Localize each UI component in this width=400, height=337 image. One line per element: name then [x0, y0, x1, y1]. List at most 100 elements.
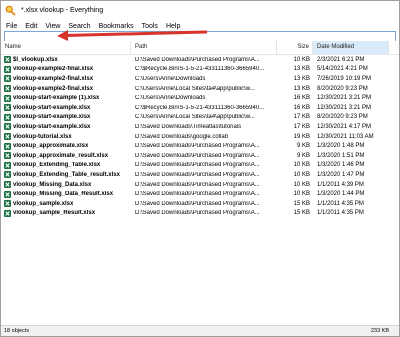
result-row[interactable]: vlookup_Extending_Table_result.xlsx D:\Sa…: [1, 170, 399, 180]
result-row[interactable]: vlookup-tutorial.xlsx D:\Saved Downloads\…: [1, 132, 399, 142]
file-path: D:\Saved Downloads\Purchased Programs\A.…: [135, 56, 260, 63]
excel-file-icon: [4, 123, 11, 131]
file-size: 15 KB: [293, 210, 310, 217]
file-path: C:\$Recycle.Bin\S-1-5-21-433111360-36659…: [135, 104, 265, 111]
excel-file-icon: [4, 190, 11, 198]
file-date-modified: 12/30/2021 3:21 PM: [317, 104, 372, 111]
file-date-modified: 2/3/2021 6:21 PM: [317, 56, 365, 63]
result-row[interactable]: vlookup_Missing_Data_Result.xlsx D:\Saved…: [1, 189, 399, 199]
result-row[interactable]: vlookup-start-example.xlsx D:\Saved Downl…: [1, 122, 399, 132]
column-header-size[interactable]: Size: [277, 41, 313, 54]
menu-bookmarks[interactable]: Bookmarks: [99, 23, 134, 30]
result-row[interactable]: vlookup_Extending_Table.xlsx D:\Saved Dow…: [1, 161, 399, 171]
column-header-path[interactable]: Path: [131, 41, 277, 54]
menu-search[interactable]: Search: [68, 23, 90, 30]
file-path: C:\Users\Anne\Downloads: [135, 95, 206, 102]
result-row[interactable]: vlookup-example2-final.xlsx C:\Users\Anne…: [1, 74, 399, 84]
file-size: 10 KB: [293, 181, 310, 188]
result-name-cell: vlookup_Extending_Table.xlsx: [1, 161, 131, 169]
results-list: $I_vlookup.xlsx D:\Saved Downloads\Purcha…: [1, 55, 399, 218]
file-name: vlookup-start-example (1).xlsx: [13, 95, 100, 102]
file-size: 9 KB: [296, 143, 310, 150]
file-size: 16 KB: [293, 95, 310, 102]
file-name: $I_vlookup.xlsx: [13, 56, 58, 63]
result-row[interactable]: vlookup-start-example.xlsx C:\$Recycle.Bi…: [1, 103, 399, 113]
file-name: vlookup_Extending_Table.xlsx: [13, 162, 101, 169]
file-path: C:\Users\Anne\Downloads: [135, 75, 206, 82]
excel-file-icon: [4, 94, 11, 102]
excel-file-icon: [4, 133, 11, 141]
excel-file-icon: [4, 65, 11, 73]
result-row[interactable]: vlookup-start-example.xlsx C:\Users\Anne\…: [1, 113, 399, 123]
excel-file-icon: [4, 104, 11, 112]
result-row[interactable]: $I_vlookup.xlsx D:\Saved Downloads\Purcha…: [1, 55, 399, 65]
file-name: vlookup_approximate.xlsx: [13, 143, 89, 150]
file-size: 10 KB: [293, 162, 310, 169]
file-date-modified: 8/20/2020 9:23 PM: [317, 85, 368, 92]
excel-file-icon: [4, 181, 11, 189]
file-size: 17 KB: [293, 114, 310, 121]
excel-file-icon: [4, 85, 11, 93]
result-name-cell: vlookup_Missing_Data_Result.xlsx: [1, 190, 131, 198]
result-row[interactable]: vlookup_sample.xlsx D:\Saved Downloads\Pu…: [1, 199, 399, 209]
file-path: D:\Saved Downloads\Purchased Programs\A.…: [135, 171, 260, 178]
file-date-modified: 12/30/2021 4:17 PM: [317, 123, 372, 130]
result-row[interactable]: vlookup_approximate.xlsx D:\Saved Downloa…: [1, 141, 399, 151]
result-name-cell: vlookup-example2-final.xlsx: [1, 85, 131, 93]
file-size: 19 KB: [293, 133, 310, 140]
excel-file-icon: [4, 56, 11, 64]
excel-file-icon: [4, 142, 11, 150]
result-name-cell: vlookup_sample_Result.xlsx: [1, 209, 131, 217]
file-date-modified: 7/26/2019 10:19 PM: [317, 75, 372, 82]
file-name: vlookup-example2-final.xlsx: [13, 85, 94, 92]
result-name-cell: $I_vlookup.xlsx: [1, 56, 131, 64]
file-path: D:\Saved Downloads\Purchased Programs\A.…: [135, 143, 260, 150]
result-name-cell: vlookup-example2-final.xlsx: [1, 75, 131, 83]
file-name: vlookup_approximate_result.xlsx: [13, 152, 109, 159]
result-row[interactable]: vlookup-example2-final.xlsx C:\Users\Anne…: [1, 84, 399, 94]
file-path: D:\Saved Downloads\Purchased Programs\A.…: [135, 200, 260, 207]
file-path: D:\Saved Downloads\Purchased Programs\A.…: [135, 181, 260, 188]
result-row[interactable]: vlookup_approximate_result.xlsx D:\Saved …: [1, 151, 399, 161]
menu-view[interactable]: View: [45, 23, 60, 30]
file-date-modified: 1/3/2020 1:47 PM: [317, 171, 365, 178]
result-name-cell: vlookup-example2-final.xlsx: [1, 65, 131, 73]
file-name: vlookup-start-example.xlsx: [13, 104, 91, 111]
file-size: 10 KB: [293, 191, 310, 198]
menu-file[interactable]: File: [6, 23, 17, 30]
file-path: C:\Users\Anne\Local Sites\ta4\app\public…: [135, 114, 255, 121]
file-name: vlookup-example2-final.xlsx: [13, 75, 94, 82]
column-header-name[interactable]: Name: [1, 41, 131, 54]
file-name: vlookup_Missing_Data.xlsx: [13, 181, 92, 188]
result-name-cell: vlookup-start-example.xlsx: [1, 104, 131, 112]
file-name: vlookup-example2-final.xlsx: [13, 66, 94, 73]
result-row[interactable]: vlookup-example2-final.xlsx C:\$Recycle.B…: [1, 65, 399, 75]
file-path: D:\Saved Downloads\Purchased Programs\A.…: [135, 191, 260, 198]
file-name: vlookup_sample.xlsx: [13, 200, 74, 207]
app-window: *.xlsx vlookup - Everything File Edit Vi…: [0, 0, 400, 337]
result-row[interactable]: vlookup_sample_Result.xlsx D:\Saved Downl…: [1, 209, 399, 219]
excel-file-icon: [4, 113, 11, 121]
result-name-cell: vlookup-start-example.xlsx: [1, 113, 131, 121]
file-date-modified: 1/1/2011 4:39 PM: [317, 181, 364, 188]
result-name-cell: vlookup_approximate.xlsx: [1, 142, 131, 150]
menu-tools[interactable]: Tools: [142, 23, 158, 30]
total-size: 233 KB: [370, 328, 389, 334]
file-path: C:\Users\Anne\Local Sites\ta4\app\public…: [135, 85, 255, 92]
file-size: 10 KB: [293, 56, 310, 63]
excel-file-icon: [4, 209, 11, 217]
menu-help[interactable]: Help: [166, 23, 180, 30]
result-row[interactable]: vlookup-start-example (1).xlsx C:\Users\A…: [1, 93, 399, 103]
file-size: 9 KB: [296, 152, 310, 159]
file-size: 13 KB: [293, 66, 310, 73]
menu-edit[interactable]: Edit: [25, 23, 37, 30]
file-name: vlookup-tutorial.xlsx: [13, 133, 72, 140]
magnifier-icon: [5, 5, 16, 16]
result-row[interactable]: vlookup_Missing_Data.xlsx D:\Saved Downlo…: [1, 180, 399, 190]
file-date-modified: 1/1/2011 4:35 PM: [317, 210, 364, 217]
column-header-date-modified[interactable]: ︿ Date Modified: [313, 41, 389, 54]
title-bar: *.xlsx vlookup - Everything: [1, 1, 399, 19]
file-date-modified: 1/3/2020 1:48 PM: [317, 143, 365, 150]
file-path: D:\Saved Downloads\Timeatlas\tutorials: [135, 123, 242, 130]
result-name-cell: vlookup_Missing_Data.xlsx: [1, 181, 131, 189]
